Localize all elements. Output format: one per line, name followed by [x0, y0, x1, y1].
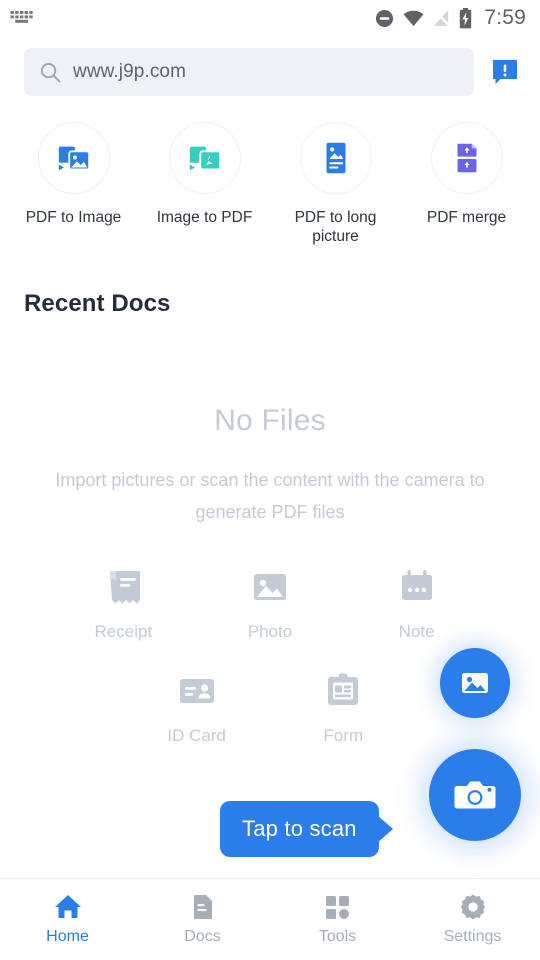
- quick-action-circle: [430, 122, 503, 194]
- docs-icon: [193, 895, 212, 919]
- form-icon: [328, 673, 359, 705]
- bottom-navigation-bar: Home Docs Tools Settings: [0, 878, 540, 960]
- search-input[interactable]: www.j9p.com: [24, 48, 474, 96]
- quick-action-label: Image to PDF: [156, 209, 253, 226]
- quick-action-circle: [37, 122, 110, 194]
- pdf-merge-icon: [457, 143, 476, 173]
- search-row: www.j9p.com: [0, 48, 540, 96]
- quick-action-label: PDF merge: [426, 209, 507, 226]
- battery-charging-icon: [460, 7, 472, 28]
- quick-action-pdf-to-image[interactable]: PDF to Image: [8, 122, 139, 246]
- doc-type-receipt[interactable]: Receipt: [50, 562, 197, 642]
- empty-state-description: Import pictures or scan the content with…: [55, 470, 485, 522]
- doc-type-photo[interactable]: Photo: [197, 562, 344, 642]
- wifi-icon: [403, 10, 424, 26]
- quick-action-circle: [168, 122, 241, 194]
- recent-docs-title: Recent Docs: [24, 290, 171, 317]
- doc-type-id-card[interactable]: ID Card: [123, 666, 270, 746]
- status-bar-left: [10, 10, 34, 26]
- id-card-icon: [179, 679, 214, 703]
- keyboard-icon: [10, 11, 33, 23]
- note-icon: [401, 570, 432, 600]
- doc-type-label: Receipt: [94, 622, 153, 641]
- status-bar-right: 7:59: [375, 6, 526, 30]
- signal-off-icon: [434, 9, 451, 27]
- nav-item-label: Docs: [184, 928, 221, 945]
- feedback-bubble-icon: [493, 60, 517, 84]
- quick-action-pdf-to-long-picture[interactable]: PDF to long picture: [270, 122, 401, 246]
- doc-type-label: Form: [323, 726, 364, 745]
- quick-action-label: PDF to long picture: [294, 209, 377, 245]
- empty-state-title: No Files: [214, 404, 326, 437]
- do-not-disturb-icon: [376, 9, 394, 27]
- quick-action-circle: [299, 122, 372, 194]
- nav-item-label: Settings: [443, 928, 502, 945]
- search-icon: [41, 62, 61, 82]
- camera-icon: [454, 781, 496, 809]
- nav-item-settings[interactable]: Settings: [405, 893, 540, 946]
- nav-item-docs[interactable]: Docs: [135, 893, 270, 946]
- doc-type-label: Photo: [247, 622, 293, 641]
- doc-type-note[interactable]: Note: [343, 562, 490, 642]
- gallery-fab-button[interactable]: [440, 648, 510, 718]
- nav-item-home[interactable]: Home: [0, 893, 135, 946]
- nav-item-tools[interactable]: Tools: [270, 894, 405, 946]
- feedback-button[interactable]: [488, 55, 522, 89]
- doc-type-form[interactable]: Form: [270, 666, 417, 746]
- search-input-value: www.j9p.com: [73, 61, 187, 82]
- gallery-icon: [462, 673, 488, 693]
- camera-fab-button[interactable]: [429, 749, 521, 841]
- tooltip-label: Tap to scan: [242, 816, 357, 841]
- pdf-to-image-icon: [58, 146, 90, 171]
- quick-actions-row: PDF to Image Image to PDF PDF to long pi: [0, 122, 540, 246]
- receipt-icon: [110, 571, 141, 604]
- quick-action-pdf-merge[interactable]: PDF merge: [401, 122, 532, 246]
- tools-icon: [326, 895, 349, 919]
- doc-type-label: Note: [398, 622, 435, 641]
- tap-to-scan-tooltip[interactable]: Tap to scan: [220, 801, 379, 857]
- status-bar-clock: 7:59: [484, 6, 526, 29]
- quick-action-label: PDF to Image: [25, 209, 122, 226]
- doc-type-list: Receipt Photo Note ID Card Form: [50, 562, 490, 746]
- status-bar: 7:59: [0, 0, 540, 36]
- image-to-pdf-icon: [189, 146, 221, 171]
- nav-item-label: Tools: [318, 927, 357, 945]
- settings-icon: [460, 894, 485, 920]
- photo-icon: [253, 574, 286, 600]
- pdf-to-long-picture-icon: [326, 142, 345, 174]
- doc-type-label: ID Card: [167, 726, 226, 745]
- quick-action-image-to-pdf[interactable]: Image to PDF: [139, 122, 270, 246]
- nav-item-label: Home: [46, 928, 89, 945]
- home-icon: [54, 895, 81, 918]
